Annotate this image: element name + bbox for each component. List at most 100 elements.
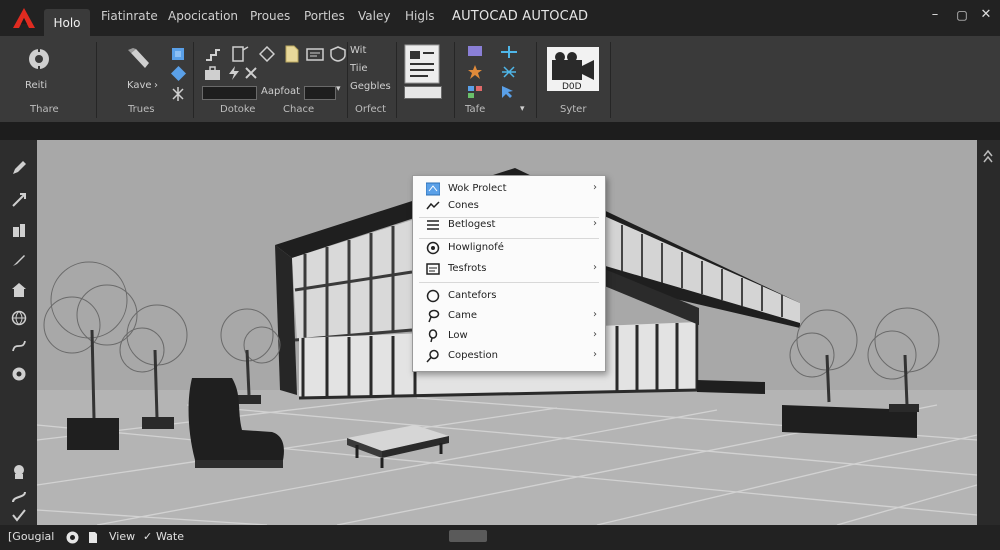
settings-icon[interactable] [11, 366, 27, 382]
menu-separator [419, 282, 599, 283]
ribbon-item-wit[interactable]: Wit [350, 45, 366, 56]
tafe-expand-chevron-icon[interactable]: ▾ [520, 104, 525, 114]
aapfoat-select[interactable] [304, 86, 336, 100]
ribbon-item-tiie[interactable]: Tiie [350, 63, 368, 74]
globe-icon[interactable] [11, 310, 27, 326]
tab-valey[interactable]: Valey [358, 9, 390, 23]
aapfoat-label: Aapfoat [261, 86, 301, 97]
page-icon[interactable] [88, 531, 98, 544]
document-icon[interactable] [404, 44, 440, 84]
ribbon-separator [396, 42, 397, 118]
building-icon[interactable] [11, 222, 27, 238]
dotoke-input[interactable] [202, 86, 257, 100]
pen-icon[interactable] [128, 48, 150, 70]
ribbon-separator [193, 42, 194, 118]
loop-icon [428, 329, 438, 343]
stair-icon[interactable] [205, 46, 221, 62]
close-button[interactable]: ✕ [977, 6, 995, 24]
home-icon[interactable] [11, 282, 27, 298]
pencil-icon[interactable] [11, 160, 27, 176]
curve-icon[interactable] [11, 338, 27, 354]
ribbon-separator [536, 42, 537, 118]
vertical-scrollbar[interactable] [977, 140, 1000, 525]
tab-higls[interactable]: Higls [405, 9, 435, 23]
command-strip [0, 122, 1000, 140]
circle-icon [426, 289, 440, 303]
menu-item-label: Came [448, 310, 478, 321]
list-icon [427, 220, 439, 230]
snake-icon[interactable] [11, 488, 27, 504]
tab-holo[interactable]: Holo [44, 9, 90, 36]
syter-button-label: D0D [562, 82, 582, 92]
scroll-up-icon[interactable] [983, 148, 993, 168]
cube-icon[interactable] [170, 46, 186, 62]
search-icon [426, 349, 439, 363]
submenu-arrow-icon: › [593, 182, 597, 193]
menu-item-cones[interactable]: Cones [413, 196, 605, 216]
file-icon[interactable] [285, 45, 299, 63]
sparkle-icon[interactable] [170, 86, 186, 102]
group-label-tafe: Tafe [465, 104, 486, 115]
check-icon: ✓ [143, 530, 153, 543]
horizontal-scroll-thumb[interactable] [449, 530, 487, 542]
menu-item-label: Tesfrots [448, 263, 487, 274]
ribbon-item-gegbles[interactable]: Gegbles [350, 81, 391, 92]
menu-item-betlogest[interactable]: Betlogest › [413, 215, 605, 235]
gear-icon[interactable] [27, 47, 51, 71]
chevron-down-icon[interactable]: ▾ [336, 84, 341, 94]
tab-apocication[interactable]: Apocication [168, 9, 238, 23]
autocad-logo-icon[interactable] [12, 7, 36, 29]
status-bar: [Gougial View ✓ Wate [0, 525, 1000, 550]
palette-icon[interactable] [467, 85, 483, 99]
menu-item-cantefors[interactable]: Cantefors [413, 286, 605, 306]
record-icon[interactable] [66, 531, 79, 544]
menu-item-label: Wok Prolect [448, 183, 507, 194]
menu-item-copestion[interactable]: Copestion › [413, 346, 605, 366]
tab-portles[interactable]: Portles [304, 9, 345, 23]
connect-icon[interactable] [500, 64, 518, 80]
shield-icon[interactable] [330, 46, 346, 62]
kave-button[interactable]: Kave [127, 80, 152, 91]
line-icon [426, 201, 440, 210]
reiti-button[interactable]: Reiti [25, 80, 47, 91]
menu-item-label: Cones [448, 200, 479, 211]
group-label-orfect: Orfect [355, 104, 387, 115]
status-wate-button[interactable]: Wate [156, 530, 184, 543]
submenu-arrow-icon: › [593, 218, 597, 229]
group-label-syter: Syter [560, 104, 587, 115]
minimize-button[interactable]: – [926, 6, 944, 24]
ribbon-separator [347, 42, 348, 118]
group-label-thare: Thare [30, 104, 59, 115]
context-menu: Wok Prolect › Cones Betlogest › Howligno… [412, 175, 606, 372]
check-icon[interactable] [11, 508, 27, 524]
chevron-right-icon[interactable]: › [154, 80, 158, 91]
monitor-icon[interactable] [467, 45, 483, 59]
briefcase-icon[interactable] [204, 66, 221, 81]
rectangle-icon[interactable] [231, 45, 249, 63]
diamond-icon[interactable] [171, 66, 186, 81]
tools-icon[interactable] [306, 46, 324, 62]
menu-item-came[interactable]: Came › [413, 306, 605, 326]
status-view-button[interactable]: View [109, 530, 135, 543]
folder-icon [426, 182, 440, 196]
tab-proues[interactable]: Proues [250, 9, 290, 23]
bolt-icon[interactable] [227, 66, 241, 80]
close-icon[interactable] [244, 66, 258, 80]
maximize-button[interactable]: ▢ [953, 6, 971, 24]
left-toolbar [0, 140, 37, 525]
menu-item-low[interactable]: Low › [413, 326, 605, 346]
cursor-icon[interactable] [500, 85, 516, 99]
status-model-label[interactable]: [Gougial [8, 530, 54, 543]
document-dropdown[interactable] [404, 86, 442, 99]
tab-fiatinrate[interactable]: Fiatinrate [101, 9, 158, 23]
crosshair-icon[interactable] [500, 45, 518, 59]
star-icon[interactable] [467, 64, 483, 80]
brush-icon[interactable] [11, 252, 27, 268]
submenu-arrow-icon: › [593, 349, 597, 360]
menu-item-howlignofe[interactable]: Howlignofé [413, 238, 605, 258]
menu-item-label: Low [448, 330, 468, 341]
person-icon[interactable] [11, 464, 27, 480]
menu-item-tesfrots[interactable]: Tesfrots › [413, 259, 605, 279]
diamond-outline-icon[interactable] [259, 46, 275, 62]
line-tool-icon[interactable] [11, 192, 27, 208]
